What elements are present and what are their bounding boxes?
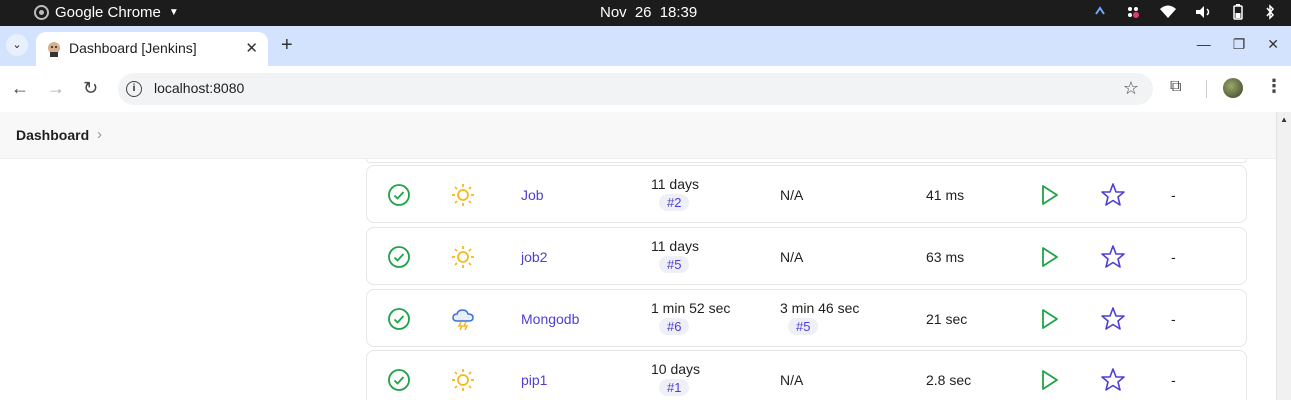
last-success-cell: 1 min 52 sec #6 — [651, 300, 730, 335]
last-success-time: 10 days — [651, 361, 701, 377]
jenkins-favicon-icon — [48, 42, 60, 57]
back-icon[interactable]: ← — [11, 78, 29, 99]
os-app-menu[interactable]: Google Chrome ▼ — [34, 4, 179, 21]
job-link[interactable]: Mongodb — [521, 311, 579, 327]
last-duration-cell: 41 ms — [926, 187, 965, 203]
favorite-star-icon[interactable] — [1100, 367, 1126, 393]
play-icon[interactable] — [1041, 369, 1059, 391]
os-app-name: Google Chrome — [55, 4, 161, 21]
window-controls: — ❐ ✕ — [1197, 36, 1279, 53]
success-status-icon — [388, 308, 410, 330]
reload-icon[interactable]: ↻ — [83, 78, 98, 99]
last-failure-cell: N/A — [780, 372, 804, 388]
toolbar-divider — [1206, 80, 1207, 98]
close-window-icon[interactable]: ✕ — [1267, 36, 1279, 53]
url-text[interactable]: localhost:8080 — [154, 80, 244, 96]
wifi-icon[interactable] — [1159, 4, 1177, 20]
new-tab-button[interactable]: + — [281, 34, 293, 57]
extensions-icon[interactable]: ⧉ — [1170, 78, 1181, 96]
last-duration-cell: 2.8 sec — [926, 372, 972, 388]
chrome-icon — [34, 5, 49, 20]
tab-strip: ⌄ Dashboard [Jenkins] ✕ + — ❐ ✕ — [0, 26, 1291, 66]
last-success-time: 11 days — [651, 176, 699, 192]
address-bar[interactable]: i localhost:8080 ☆ — [118, 73, 1153, 105]
play-icon[interactable] — [1041, 246, 1059, 268]
caret-down-icon: ▼ — [168, 7, 179, 18]
profile-avatar[interactable] — [1223, 78, 1243, 98]
table-row: pip1 10 days #1 N/A 2.8 sec - — [366, 350, 1247, 400]
success-status-icon — [388, 246, 410, 268]
minimize-icon[interactable]: — — [1197, 36, 1211, 53]
volume-icon[interactable] — [1195, 4, 1213, 20]
stormy-weather-icon — [452, 309, 474, 331]
sunny-weather-icon — [452, 369, 474, 391]
breadcrumb: Dashboard › — [0, 112, 1276, 159]
page-scrollbar[interactable]: ▲ — [1276, 112, 1291, 400]
tab-title: Dashboard [Jenkins] — [69, 40, 197, 56]
tab-dashboard[interactable]: Dashboard [Jenkins] ✕ — [36, 32, 268, 66]
last-failure-cell: N/A — [780, 187, 804, 203]
build-badge[interactable]: #1 — [659, 379, 690, 396]
restore-icon[interactable]: ❐ — [1233, 36, 1246, 53]
last-success-cell: 11 days #5 — [651, 238, 699, 273]
last-failure-time: 3 min 46 sec — [780, 300, 860, 316]
success-status-icon — [388, 184, 410, 206]
favorite-star-icon[interactable] — [1100, 244, 1126, 270]
job-link[interactable]: Job — [521, 187, 544, 203]
favorite-star-icon[interactable] — [1100, 182, 1126, 208]
page-content: Dashboard › Job 11 days #2 N/A 41 ms - j… — [0, 112, 1291, 400]
description-cell: - — [1171, 187, 1176, 203]
table-row: job2 11 days #5 N/A 63 ms - — [366, 227, 1247, 285]
last-duration-cell: 63 ms — [926, 249, 965, 265]
success-status-icon — [388, 369, 410, 391]
last-failure-cell: N/A — [780, 249, 804, 265]
last-success-cell: 11 days #2 — [651, 176, 699, 211]
last-success-time: 11 days — [651, 238, 699, 254]
description-cell: - — [1171, 372, 1176, 388]
last-duration-cell: 21 sec — [926, 311, 968, 327]
toolbar: ← → ↻ i localhost:8080 ☆ ⧉ ⋮ — [0, 66, 1291, 112]
table-row-partial — [366, 159, 1247, 163]
app-indicator-icon[interactable] — [1125, 4, 1141, 20]
job-link[interactable]: job2 — [521, 249, 547, 265]
build-badge[interactable]: #6 — [659, 318, 690, 335]
description-cell: - — [1171, 311, 1176, 327]
job-link[interactable]: pip1 — [521, 372, 547, 388]
sunny-weather-icon — [452, 184, 474, 206]
play-icon[interactable] — [1041, 184, 1059, 206]
os-clock[interactable]: Nov 26 18:39 — [600, 4, 697, 21]
os-top-bar: Google Chrome ▼ Nov 26 18:39 — [0, 0, 1291, 26]
system-tray[interactable] — [1093, 4, 1277, 20]
chevron-right-icon[interactable]: › — [97, 126, 102, 143]
last-failure-cell: 3 min 46 sec #5 — [780, 300, 859, 335]
close-tab-icon[interactable]: ✕ — [245, 39, 258, 57]
breadcrumb-dashboard[interactable]: Dashboard — [16, 127, 89, 143]
power-icon[interactable] — [1263, 4, 1277, 20]
more-menu-icon[interactable]: ⋮ — [1265, 76, 1283, 97]
sunny-weather-icon — [452, 246, 474, 268]
favorite-star-icon[interactable] — [1100, 306, 1126, 332]
build-badge[interactable]: #5 — [659, 256, 690, 273]
last-success-time: 1 min 52 sec — [651, 300, 731, 316]
tab-search-button[interactable]: ⌄ — [6, 34, 28, 56]
forward-icon[interactable]: → — [47, 78, 65, 99]
build-badge[interactable]: #5 — [788, 318, 819, 335]
build-badge[interactable]: #2 — [659, 194, 690, 211]
table-row: Mongodb 1 min 52 sec #6 3 min 46 sec #5 … — [366, 289, 1247, 347]
description-cell: - — [1171, 249, 1176, 265]
scroll-up-arrow-icon[interactable]: ▲ — [1280, 115, 1288, 124]
play-icon[interactable] — [1041, 308, 1059, 330]
table-row: Job 11 days #2 N/A 41 ms - — [366, 165, 1247, 223]
bookmark-star-icon[interactable]: ☆ — [1123, 78, 1139, 99]
battery-icon[interactable] — [1231, 4, 1245, 20]
last-success-cell: 10 days #1 — [651, 361, 700, 396]
sync-icon[interactable] — [1093, 4, 1107, 20]
chevron-down-icon: ⌄ — [12, 39, 22, 51]
site-info-icon[interactable]: i — [126, 81, 142, 97]
